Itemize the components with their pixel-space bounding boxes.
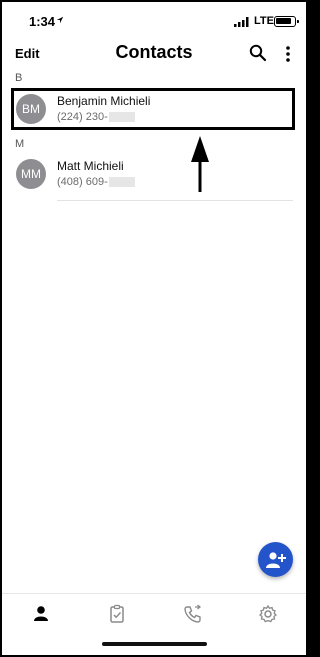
- redaction-block: [108, 177, 135, 188]
- divider: [57, 200, 293, 201]
- more-vertical-icon[interactable]: [284, 44, 292, 64]
- contact-row-matt-michieli[interactable]: MM Matt Michieli (408) 609-: [12, 156, 292, 194]
- battery-icon: [274, 16, 299, 27]
- network-label: LTE: [254, 15, 274, 27]
- contact-phone: (408) 609-: [57, 176, 135, 188]
- section-header-m: M: [15, 138, 25, 150]
- edit-button[interactable]: Edit: [15, 46, 40, 61]
- signal-icon: [234, 17, 249, 27]
- tasks-icon[interactable]: [107, 604, 127, 624]
- add-contact-icon: [266, 552, 286, 568]
- search-icon[interactable]: [249, 44, 267, 62]
- home-indicator[interactable]: [102, 642, 207, 646]
- highlight-box: [11, 88, 295, 130]
- avatar: MM: [16, 159, 46, 189]
- status-time: 1:34: [29, 14, 56, 29]
- contacts-icon[interactable]: [31, 604, 51, 624]
- section-header-b: B: [15, 72, 23, 84]
- location-arrow-icon: [56, 16, 64, 24]
- settings-icon[interactable]: [258, 604, 278, 624]
- calls-icon[interactable]: [183, 604, 203, 624]
- status-bar: 1:34 LTE: [2, 2, 306, 40]
- header: Contacts Edit: [2, 40, 306, 70]
- phone-screen: 1:34 LTE Contacts Edit B BM Benjamin Mic…: [2, 2, 306, 655]
- tab-bar: [2, 593, 306, 637]
- add-contact-button[interactable]: [258, 542, 293, 577]
- annotation-arrow-up: [191, 136, 209, 192]
- contact-name: Matt Michieli: [57, 159, 124, 173]
